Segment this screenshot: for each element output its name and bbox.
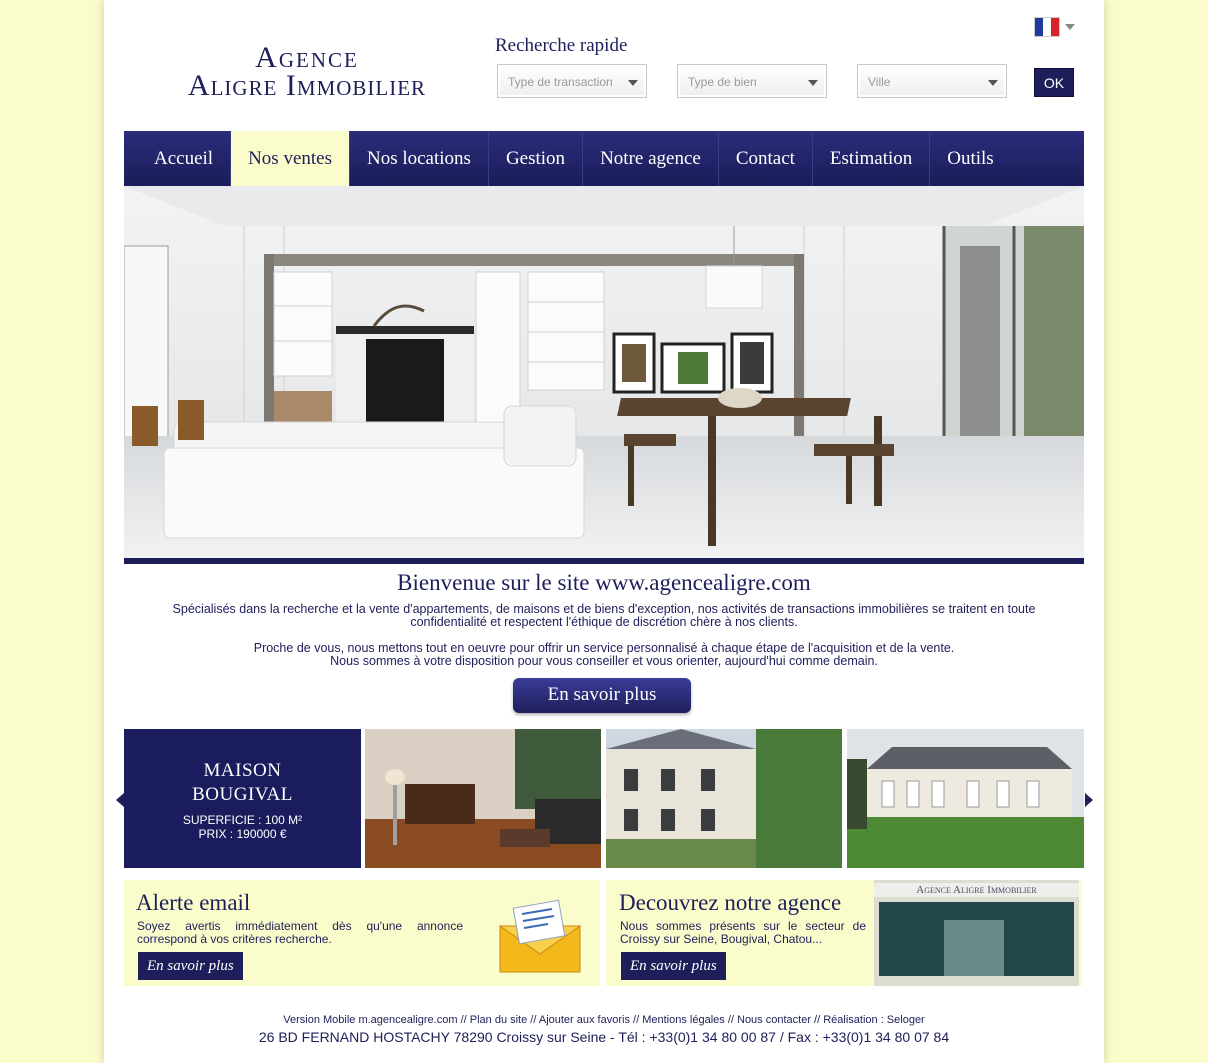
- storefront-door: [944, 920, 1004, 976]
- welcome-paragraph-2b: Nous sommes à votre disposition pour vou…: [330, 654, 878, 668]
- property-type-select[interactable]: Type de bien: [677, 64, 827, 98]
- carousel-prev-icon[interactable]: [116, 793, 124, 807]
- footer-separator: //: [460, 1014, 470, 1026]
- nav-item-outils[interactable]: Outils: [930, 131, 1010, 186]
- email-alert-title: Alerte email: [136, 890, 251, 915]
- footer-link-credits[interactable]: Réalisation : Seloger: [823, 1014, 925, 1026]
- welcome-more-button[interactable]: En savoir plus: [513, 678, 691, 713]
- chevron-down-icon: [988, 80, 998, 86]
- nav-item-accueil[interactable]: Accueil: [124, 131, 232, 186]
- agency-more-button[interactable]: En savoir plus: [621, 952, 726, 980]
- footer-links: Version Mobile m.agencealigre.com // Pla…: [104, 1014, 1104, 1026]
- agency-discover-box: Decouvrez notre agence Nous sommes prése…: [606, 880, 1082, 986]
- city-placeholder: Ville: [868, 75, 891, 89]
- hero-image: [124, 186, 1084, 558]
- email-alert-box: Alerte email Soyez avertis immédiatement…: [124, 880, 600, 986]
- agency-storefront-photo: Agence Aligre Immobilier: [874, 880, 1079, 986]
- email-alert-more-button[interactable]: En savoir plus: [138, 952, 243, 980]
- chevron-down-icon: [628, 80, 638, 86]
- chevron-down-icon: [808, 80, 818, 86]
- logo-line2: Aligre Immobilier: [187, 69, 427, 102]
- footer-address: 26 BD FERNAND HOSTACHY 78290 Croissy sur…: [258, 1029, 950, 1045]
- agency-discover-text: Nous sommes présents sur le secteur de C…: [620, 919, 866, 946]
- quick-search-title: Recherche rapide: [495, 35, 628, 56]
- agency-discover-title: Decouvrez notre agence: [619, 890, 842, 915]
- transaction-type-select[interactable]: Type de transaction: [497, 64, 647, 98]
- transaction-type-placeholder: Type de transaction: [508, 75, 613, 89]
- townhouse-photo-illustration: [606, 729, 842, 868]
- welcome-paragraph-1: Spécialisés dans la recherche et la vent…: [172, 602, 1036, 629]
- page-container: Agence Aligre Immobilier Recherche rapid…: [104, 0, 1104, 1063]
- nav-item-nos-ventes[interactable]: Nos ventes: [231, 131, 350, 186]
- nav-item-estimation[interactable]: Estimation: [813, 131, 931, 186]
- living-room-illustration: [124, 186, 1084, 558]
- nav-item-nos-locations[interactable]: Nos locations: [350, 131, 489, 186]
- footer-link-contact[interactable]: Nous contacter: [737, 1014, 811, 1026]
- carousel-next-icon[interactable]: [1085, 793, 1093, 807]
- footer-separator: //: [633, 1014, 643, 1026]
- footer-link-legal[interactable]: Mentions légales: [642, 1014, 725, 1026]
- hero-bottom-bar: [124, 558, 1084, 564]
- logo-line1: Agence: [255, 41, 359, 74]
- property-type-placeholder: Type de bien: [688, 75, 757, 89]
- featured-property-card[interactable]: MAISON BOUGIVAL SUPERFICIE : 100 M² PRIX…: [124, 729, 361, 868]
- property-photo-manor[interactable]: [847, 729, 1084, 868]
- agency-sign: Agence Aligre Immobilier: [874, 883, 1079, 897]
- main-nav: Accueil Nos ventes Nos locations Gestion…: [124, 131, 1084, 186]
- footer-link-sitemap[interactable]: Plan du site: [470, 1014, 527, 1026]
- city-select[interactable]: Ville: [857, 64, 1007, 98]
- property-photo-interior[interactable]: [365, 729, 601, 868]
- nav-item-notre-agence[interactable]: Notre agence: [583, 131, 719, 186]
- footer-separator: //: [530, 1014, 539, 1026]
- welcome-section: Bienvenue sur le site www.agencealigre.c…: [104, 568, 1104, 668]
- footer-separator: //: [814, 1014, 824, 1026]
- featured-property-price: PRIX : 190000 €: [198, 827, 287, 841]
- welcome-title: Bienvenue sur le site www.agencealigre.c…: [397, 570, 811, 595]
- french-flag-icon[interactable]: [1034, 17, 1060, 37]
- footer-link-mobile[interactable]: Version Mobile m.agencealigre.com: [283, 1014, 457, 1026]
- envelope-icon: [498, 899, 582, 973]
- nav-item-gestion[interactable]: Gestion: [489, 131, 584, 186]
- interior-photo-illustration: [365, 729, 601, 868]
- email-alert-text: Soyez avertis immédiatement dès qu'une a…: [137, 919, 463, 946]
- property-photo-townhouse[interactable]: [606, 729, 842, 868]
- language-dropdown-arrow-icon[interactable]: [1065, 24, 1075, 30]
- nav-item-contact[interactable]: Contact: [719, 131, 813, 186]
- search-ok-button[interactable]: OK: [1034, 68, 1074, 97]
- logo[interactable]: Agence Aligre Immobilier: [131, 41, 483, 102]
- footer-link-favorites[interactable]: Ajouter aux favoris: [539, 1014, 630, 1026]
- footer-separator: //: [727, 1014, 737, 1026]
- featured-property-surface: SUPERFICIE : 100 M²: [182, 813, 303, 827]
- manor-photo-illustration: [847, 729, 1084, 868]
- featured-property-city: BOUGIVAL: [192, 784, 293, 805]
- featured-property-type: MAISON: [203, 760, 282, 781]
